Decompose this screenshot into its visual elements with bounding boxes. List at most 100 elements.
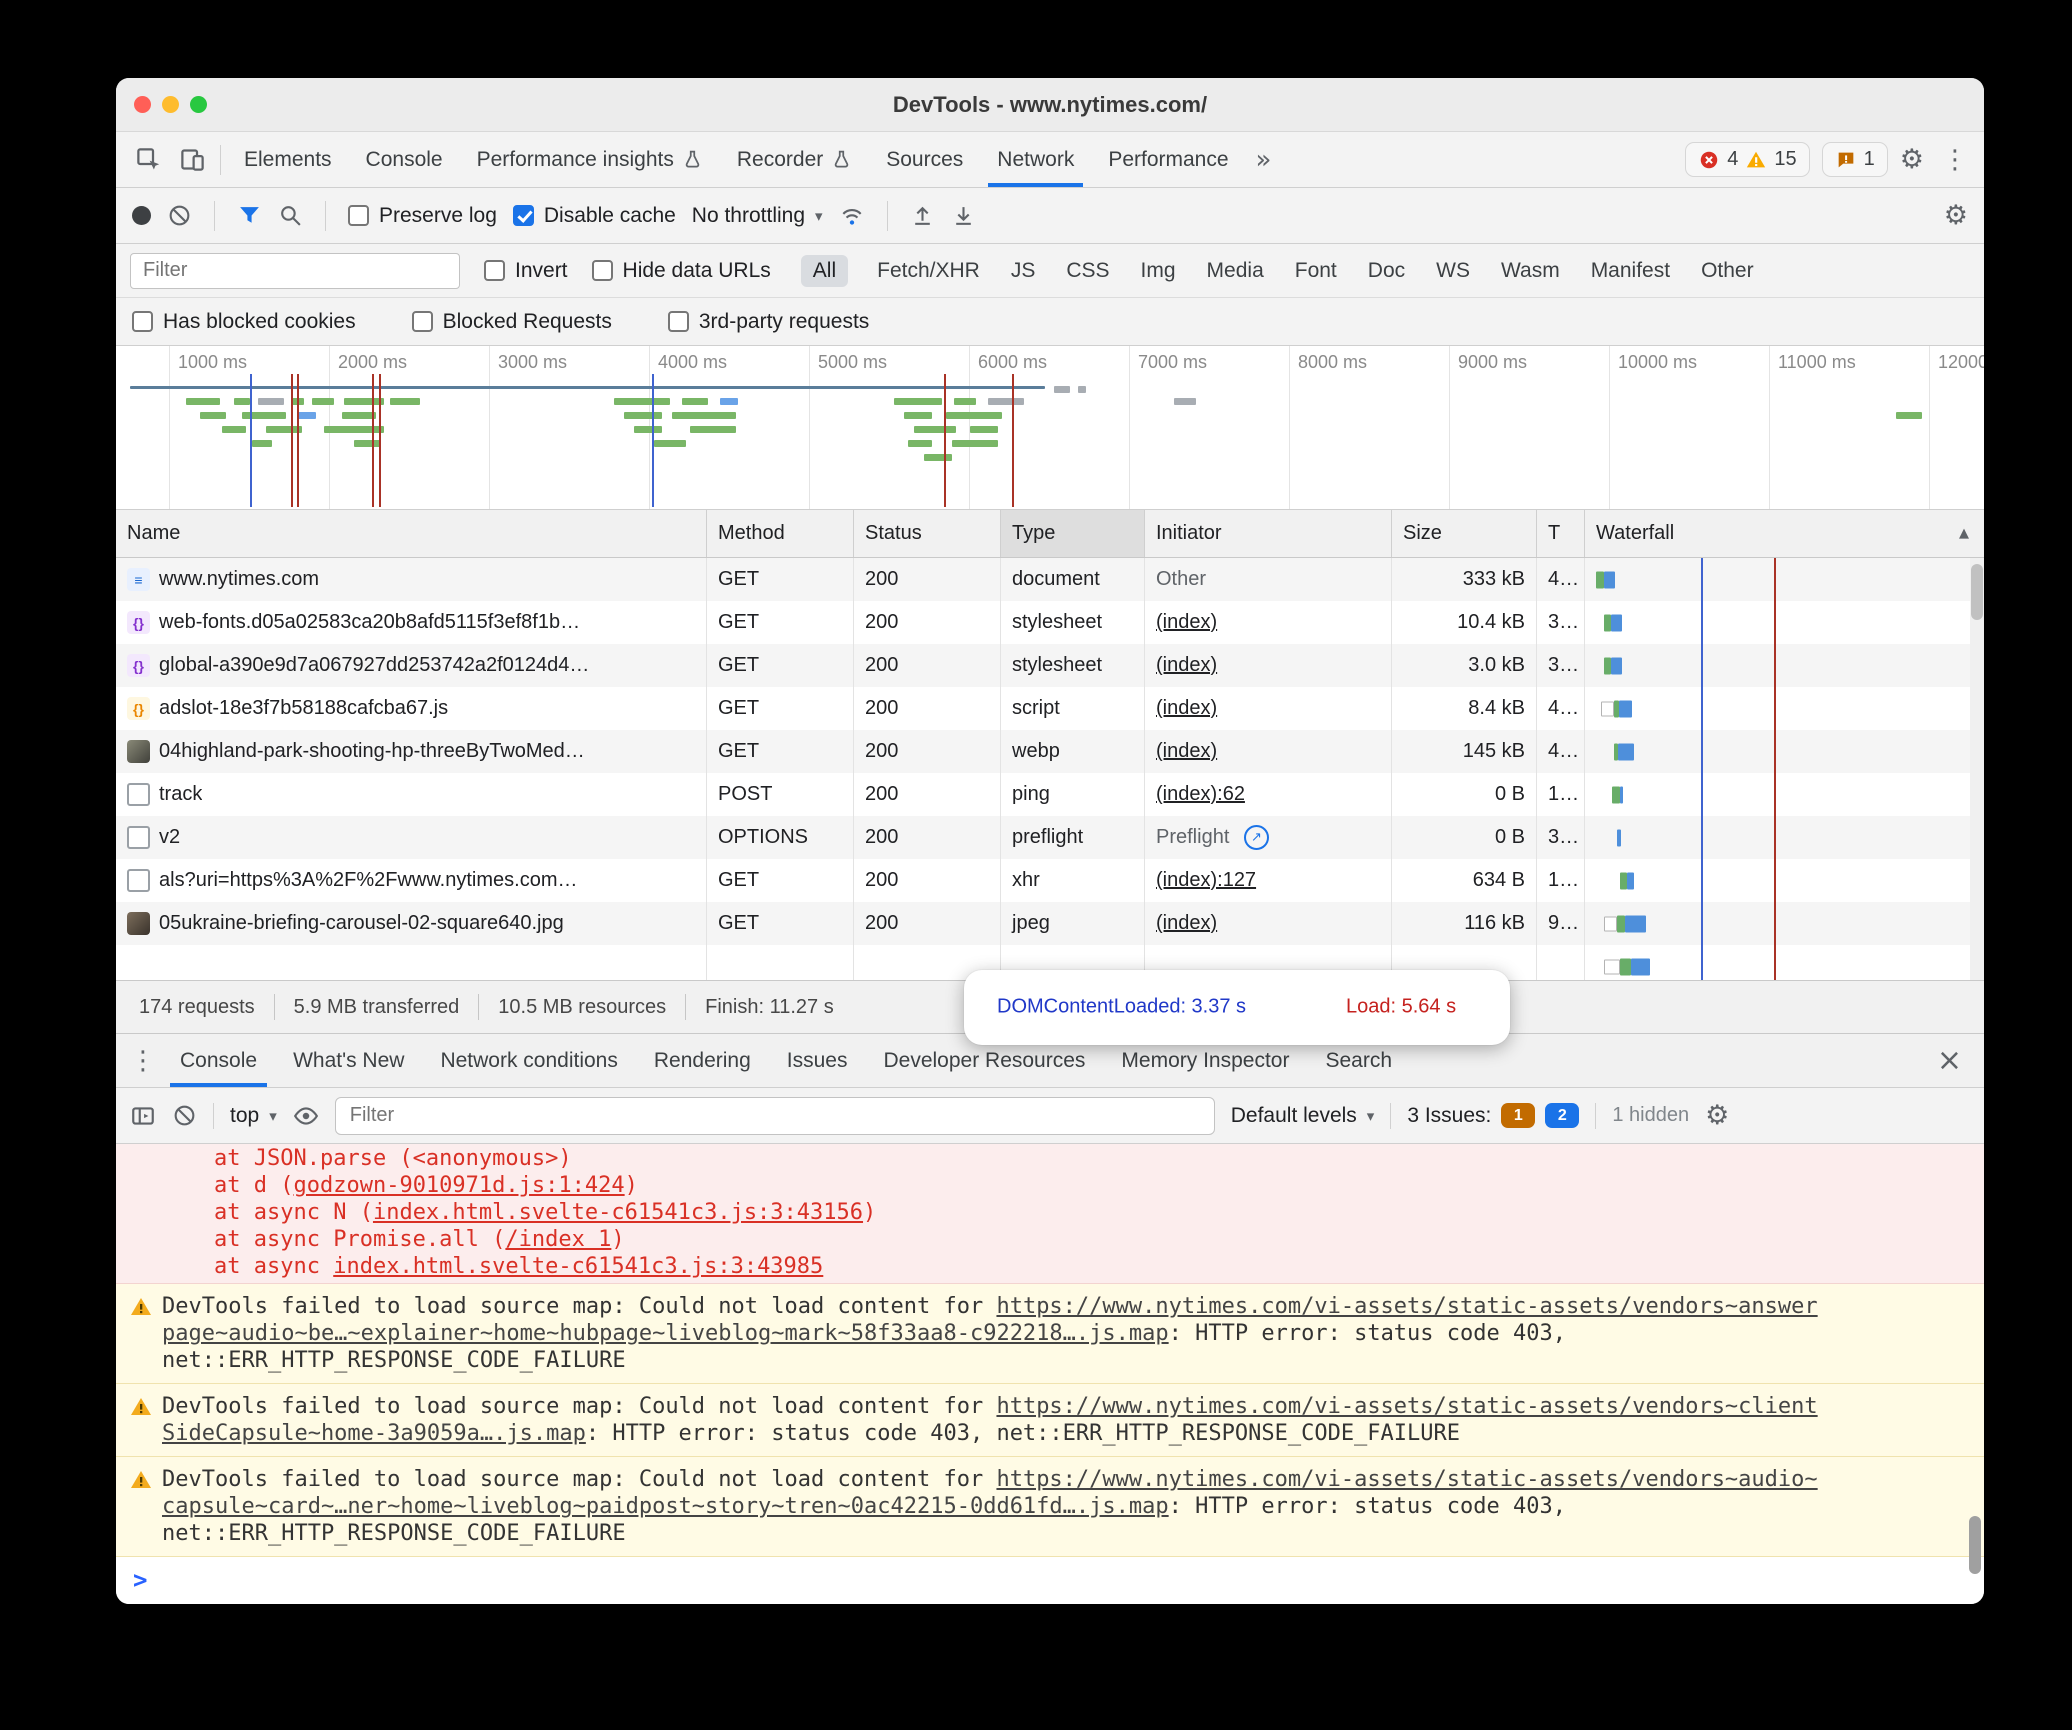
request-row[interactable]: als?uri=https%3A%2F%2Fwww.nytimes.com… G… [116,859,1984,902]
checkbox-unchecked[interactable] [348,205,369,226]
request-filter-checkbox[interactable]: Has blocked cookies [132,310,356,334]
checkbox-unchecked[interactable] [412,311,433,332]
resource-type-filter[interactable]: Media [1205,255,1266,287]
request-row[interactable]: 05ukraine-briefing-carousel-02-square640… [116,902,1984,945]
table-scrollbar-track[interactable] [1970,558,1984,980]
inspect-element-icon[interactable] [126,132,170,187]
import-har-icon[interactable] [910,203,935,228]
resource-type-filter[interactable]: All [801,255,848,287]
javascript-context-select[interactable]: top ▾ [230,1104,277,1128]
table-scrollbar-thumb[interactable] [1971,564,1983,620]
record-network-log-button[interactable] [132,206,151,225]
checkbox-unchecked[interactable] [484,260,505,281]
main-tab[interactable]: Elements [227,132,349,187]
disable-cache-checkbox[interactable]: Disable cache [513,204,676,228]
initiator-link[interactable]: (index) [1156,740,1217,762]
main-tab[interactable]: Console [349,132,460,187]
resource-type-filter[interactable]: Wasm [1499,255,1562,287]
request-row[interactable]: 04highland-park-shooting-hp-threeByTwoMe… [116,730,1984,773]
console-filter-input[interactable] [335,1097,1215,1135]
request-row[interactable]: track POST 200 ping (index):62 0 B 1… [116,773,1984,816]
error-warning-badges[interactable]: 4 15 [1685,142,1809,177]
initiator-link[interactable]: Other [1156,568,1206,590]
main-tab[interactable]: Performance [1091,132,1245,187]
console-settings-gear-icon[interactable]: ⚙ [1705,1100,1729,1131]
drawer-tab[interactable]: What's New [275,1034,422,1087]
main-tab[interactable]: Recorder [720,132,869,187]
request-row[interactable]: adslot-18e3f7b58188cafcba67.js GET 200 s… [116,687,1984,730]
throttling-select[interactable]: No throttling ▾ [692,204,823,228]
search-icon[interactable] [278,203,303,228]
preserve-log-checkbox[interactable]: Preserve log [348,204,497,228]
eye-icon[interactable] [293,1103,319,1129]
checkbox-unchecked[interactable] [668,311,689,332]
export-har-icon[interactable] [951,203,976,228]
invert-checkbox[interactable]: Invert [484,259,568,283]
request-row[interactable]: v2 OPTIONS 200 preflight Preflight ↗ 0 B… [116,816,1984,859]
initiator-link[interactable]: (index) [1156,697,1217,719]
request-row[interactable]: global-a390e9d7a067927dd253742a2f0124d4…… [116,644,1984,687]
request-row[interactable]: www.nytimes.com GET 200 document Other 3… [116,558,1984,601]
column-header-initiator[interactable]: Initiator [1145,510,1392,557]
filter-funnel-icon[interactable] [237,203,262,228]
network-overview[interactable]: 1000 ms 2000 ms 3000 ms 4000 ms 5000 ms … [116,346,1984,510]
resource-type-filter[interactable]: Manifest [1589,255,1672,287]
resource-type-filter[interactable]: Doc [1366,255,1407,287]
request-filter-checkbox[interactable]: 3rd-party requests [668,310,869,334]
settings-gear-icon[interactable]: ⚙ [1900,144,1924,175]
initiator-link[interactable]: (index) [1156,912,1217,934]
resource-type-filter[interactable]: Img [1139,255,1178,287]
network-conditions-icon[interactable] [839,203,865,229]
column-header-status[interactable]: Status [854,510,1001,557]
drawer-tab[interactable]: Issues [769,1034,866,1087]
resource-type-filter[interactable]: WS [1434,255,1472,287]
request-filter-checkbox[interactable]: Blocked Requests [412,310,612,334]
resource-type-filter[interactable]: CSS [1064,255,1111,287]
initiator-link[interactable]: (index):127 [1156,869,1256,891]
hide-data-urls-checkbox[interactable]: Hide data URLs [592,259,771,283]
stack-source-link[interactable]: godzown-9010971d.js:1:424 [293,1173,624,1198]
initiator-link[interactable]: (index) [1156,611,1217,633]
stack-source-link[interactable]: index.html.svelte-c61541c3.js:3:43156 [373,1200,863,1225]
console-sidebar-icon[interactable] [130,1103,156,1129]
checkbox-checked[interactable] [513,205,534,226]
console-scrollbar-thumb[interactable] [1969,1516,1981,1574]
column-header-time[interactable]: T [1537,510,1585,557]
more-tabs-button[interactable]: » [1246,132,1282,187]
issues-badge[interactable]: 1 [1822,142,1888,177]
log-levels-select[interactable]: Default levels ▾ [1231,1104,1375,1128]
initiator-link[interactable]: (index):62 [1156,783,1245,805]
stack-source-link[interactable]: index.html.svelte-c61541c3.js:3:43985 [333,1254,823,1279]
drawer-tab[interactable]: Rendering [636,1034,769,1087]
main-tab[interactable]: Performance insights [460,132,720,187]
request-row[interactable]: web-fonts.d05a02583ca20b8afd5115f3ef8f1b… [116,601,1984,644]
column-header-size[interactable]: Size [1392,510,1537,557]
main-tab[interactable]: Sources [869,132,980,187]
column-header-name[interactable]: Name [116,510,707,557]
resource-type-filter[interactable]: Other [1699,255,1756,287]
main-tab[interactable]: Network [980,132,1091,187]
drawer-kebab-menu-icon[interactable]: ⋮ [124,1046,162,1076]
clear-console-icon[interactable] [172,1103,197,1128]
initiator-link[interactable]: (index) [1156,654,1217,676]
column-header-method[interactable]: Method [707,510,854,557]
issues-counter[interactable]: 3 Issues: 1 2 [1407,1103,1579,1128]
stack-source-link[interactable]: /index 1 [505,1227,611,1252]
initiator-link[interactable]: Preflight [1156,826,1229,848]
drawer-tab[interactable]: Console [162,1034,275,1087]
network-settings-gear-icon[interactable]: ⚙ [1944,200,1968,231]
device-toolbar-icon[interactable] [170,132,214,187]
column-header-type[interactable]: Type [1001,510,1145,557]
checkbox-unchecked[interactable] [592,260,613,281]
console-prompt[interactable]: > [116,1557,1984,1594]
checkbox-unchecked[interactable] [132,311,153,332]
network-filter-input[interactable] [130,253,460,289]
close-drawer-icon[interactable]: × [1923,1043,1976,1078]
clear-network-log-icon[interactable] [167,203,192,228]
resource-type-filter[interactable]: Fetch/XHR [875,255,982,287]
resource-type-filter[interactable]: JS [1009,255,1038,287]
resource-type-filter[interactable]: Font [1293,255,1339,287]
column-header-waterfall[interactable]: Waterfall ▲ [1585,510,1984,557]
kebab-menu-icon[interactable]: ⋮ [1936,145,1974,175]
drawer-tab[interactable]: Network conditions [422,1034,635,1087]
